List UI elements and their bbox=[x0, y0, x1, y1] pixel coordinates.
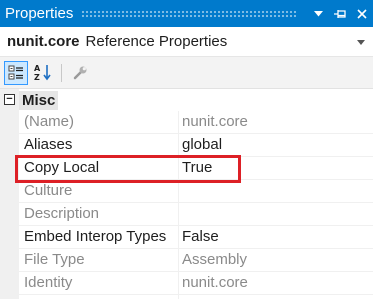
property-row-copy-local[interactable]: Copy Local True bbox=[19, 157, 373, 180]
property-name: Copy Local bbox=[24, 159, 100, 176]
property-value[interactable]: global bbox=[182, 134, 222, 156]
alphabetical-sort-icon: A Z bbox=[34, 64, 51, 81]
chevron-down-icon[interactable] bbox=[357, 37, 365, 47]
object-name: nunit.core bbox=[7, 33, 80, 50]
property-name: Embed Interop Types bbox=[24, 228, 167, 245]
categorized-button[interactable] bbox=[4, 60, 28, 85]
wrench-icon bbox=[73, 66, 87, 79]
object-type: Reference Properties bbox=[85, 33, 228, 50]
titlebar-grip[interactable] bbox=[81, 9, 297, 18]
svg-text:A: A bbox=[34, 64, 41, 73]
property-value: nunit.core bbox=[182, 274, 248, 291]
property-row-file-type[interactable]: File Type Assembly bbox=[19, 249, 373, 272]
object-selector[interactable]: nunit.core Reference Properties bbox=[0, 27, 373, 57]
properties-titlebar: Properties bbox=[0, 0, 373, 27]
toolbar-separator bbox=[61, 63, 62, 82]
property-row-identity[interactable]: Identity nunit.core bbox=[19, 272, 373, 295]
property-value: nunit.core bbox=[182, 113, 248, 130]
property-name: Culture bbox=[24, 182, 73, 199]
property-row-aliases[interactable]: Aliases global bbox=[19, 134, 373, 157]
window-title: Properties bbox=[5, 5, 74, 22]
close-icon[interactable] bbox=[351, 0, 373, 27]
property-row-embed-interop-types[interactable]: Embed Interop Types False bbox=[19, 226, 373, 249]
property-row-name[interactable]: (Name) nunit.core bbox=[19, 111, 373, 134]
category-row-misc[interactable]: − Misc bbox=[0, 89, 373, 111]
properties-toolbar: A Z bbox=[0, 57, 373, 89]
property-value: Assembly bbox=[182, 251, 248, 268]
collapse-icon[interactable]: − bbox=[4, 94, 15, 105]
svg-text:Z: Z bbox=[34, 73, 40, 81]
property-name: Identity bbox=[24, 274, 73, 291]
dropdown-arrow-icon[interactable] bbox=[307, 0, 329, 27]
property-row-description[interactable]: Description bbox=[19, 203, 373, 226]
property-pages-button[interactable] bbox=[68, 61, 92, 85]
property-name: Description bbox=[24, 205, 100, 222]
alphabetical-button[interactable]: A Z bbox=[31, 61, 55, 85]
property-name: File Type bbox=[24, 251, 85, 268]
property-value[interactable]: True bbox=[182, 157, 212, 179]
pin-icon[interactable] bbox=[329, 0, 351, 27]
property-value[interactable]: False bbox=[182, 226, 219, 248]
categorized-icon bbox=[8, 65, 23, 79]
property-row-culture[interactable]: Culture bbox=[19, 180, 373, 203]
property-name: Aliases bbox=[24, 136, 73, 153]
grid-gutter bbox=[0, 89, 19, 299]
property-name: (Name) bbox=[24, 113, 75, 130]
category-label: Misc bbox=[19, 91, 59, 110]
property-grid: − Misc (Name) nunit.core Aliases global … bbox=[0, 89, 373, 299]
